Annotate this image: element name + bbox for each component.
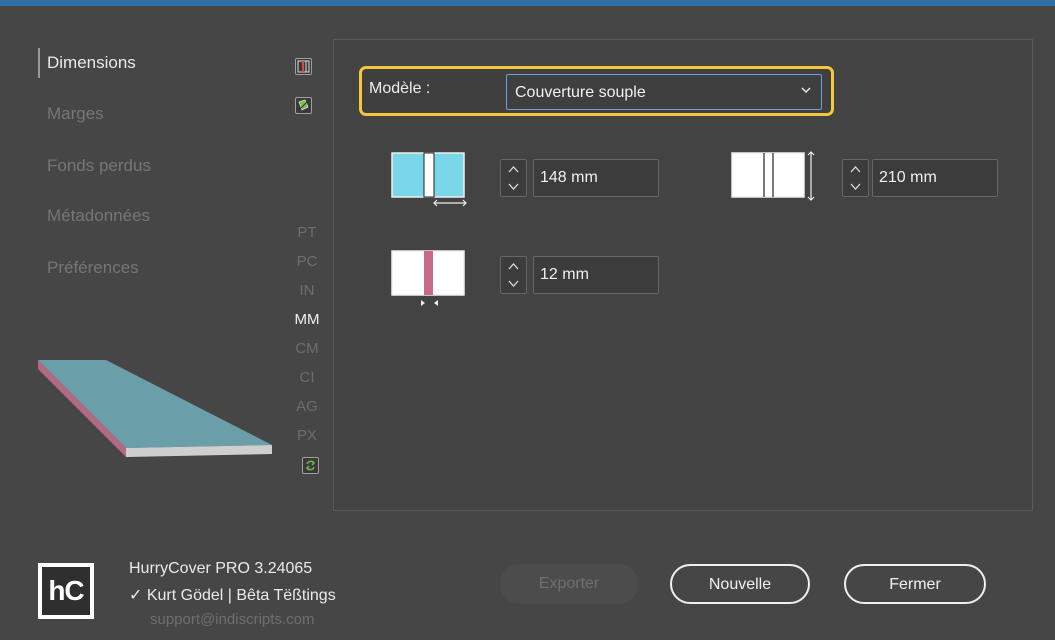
nav-item-dimensions[interactable]: Dimensions — [38, 48, 136, 78]
cover-width-icon — [391, 152, 467, 207]
unit-pt[interactable]: PT — [289, 224, 325, 241]
width-stepper[interactable] — [500, 159, 527, 197]
chevron-up-icon[interactable] — [501, 160, 526, 178]
app-logo-text: hC — [42, 567, 90, 615]
chevron-up-icon[interactable] — [843, 160, 868, 178]
support-email[interactable]: support@indiscripts.com — [150, 611, 314, 628]
nav-item-label: Métadonnées — [47, 206, 151, 225]
nav-item-metadonnees[interactable]: Métadonnées — [38, 206, 150, 226]
color-toggle-button[interactable] — [295, 97, 312, 114]
nav-item-label: Dimensions — [47, 53, 136, 72]
license-user: ✓ Kurt Gödel | Bêta Tëßtings — [129, 587, 336, 604]
unit-pc[interactable]: PC — [289, 253, 325, 270]
height-input[interactable] — [879, 160, 989, 196]
close-button[interactable]: Fermer — [844, 564, 986, 604]
nav-item-preferences[interactable]: Préférences — [38, 258, 139, 278]
model-label: Modèle : — [369, 80, 431, 97]
nav-item-label: Fonds perdus — [47, 156, 151, 175]
unit-cm[interactable]: CM — [289, 340, 325, 357]
nav-item-fonds-perdus[interactable]: Fonds perdus — [38, 156, 151, 176]
swap-icon — [306, 460, 315, 471]
nav-item-label: Marges — [47, 104, 104, 123]
chevron-down-icon[interactable] — [843, 178, 868, 196]
guides-icon — [297, 60, 310, 73]
app-logo: hC — [38, 563, 94, 619]
unit-px[interactable]: PX — [289, 427, 325, 444]
height-field[interactable] — [872, 159, 998, 197]
model-select[interactable]: Couverture souple — [506, 74, 822, 110]
spine-field[interactable] — [533, 256, 659, 294]
width-field[interactable] — [533, 159, 659, 197]
unit-mm[interactable]: MM — [289, 311, 325, 328]
chevron-up-icon[interactable] — [501, 257, 526, 275]
nav-item-marges[interactable]: Marges — [38, 104, 104, 124]
unit-ag[interactable]: AG — [289, 398, 325, 415]
spine-stepper[interactable] — [500, 256, 527, 294]
width-input[interactable] — [540, 160, 650, 196]
book-preview — [38, 360, 272, 457]
chevron-down-icon[interactable] — [501, 178, 526, 196]
spine-input[interactable] — [540, 257, 650, 293]
paint-bucket-icon — [297, 99, 310, 112]
nav-active-indicator — [38, 48, 40, 78]
chevron-down-icon — [801, 87, 811, 94]
new-button[interactable]: Nouvelle — [670, 564, 810, 604]
unit-in[interactable]: IN — [289, 282, 325, 299]
bleed-marks-toggle-button[interactable] — [295, 58, 312, 75]
cover-height-icon — [731, 151, 815, 201]
unit-ci[interactable]: CI — [289, 369, 325, 386]
swap-units-button[interactable] — [302, 457, 319, 474]
spine-width-icon — [391, 250, 465, 306]
chevron-down-icon[interactable] — [501, 275, 526, 293]
export-button[interactable]: Exporter — [500, 564, 638, 604]
window-top-accent — [0, 0, 1055, 6]
nav-item-label: Préférences — [47, 258, 139, 277]
model-select-value: Couverture souple — [515, 84, 646, 101]
height-stepper[interactable] — [842, 159, 869, 197]
app-name: HurryCover PRO 3.24065 — [129, 560, 313, 577]
